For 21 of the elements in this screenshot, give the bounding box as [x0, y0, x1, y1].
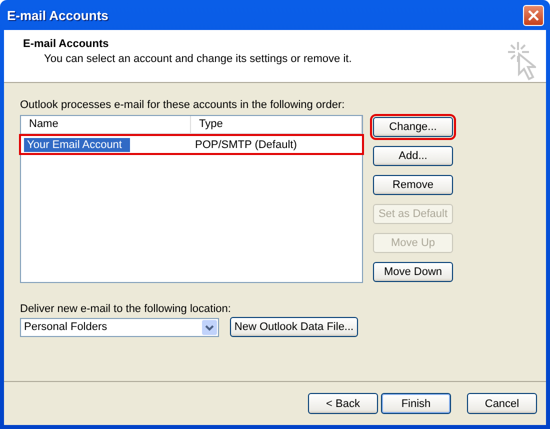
new-data-file-button[interactable]: New Outlook Data File... [230, 317, 358, 337]
wizard-button[interactable]: Cancel [467, 393, 537, 414]
header-description: You can select an account and change its settings or remove it. [44, 53, 352, 65]
delivery-label: Deliver new e-mail to the following location: [20, 303, 232, 315]
column-header[interactable]: Type [191, 116, 362, 133]
window-title: E-mail Accounts [7, 8, 108, 22]
account-button[interactable]: Add... [373, 146, 453, 166]
close-icon [527, 8, 540, 22]
account-row[interactable]: Your Email Account POP/SMTP (Default) [21, 136, 362, 153]
column-header[interactable]: Name [21, 116, 191, 133]
wizard-button[interactable]: < Back [308, 393, 378, 414]
account-name: Your Email Account [24, 138, 130, 152]
header-title: E-mail Accounts [23, 38, 110, 50]
account-type: POP/SMTP (Default) [194, 138, 297, 150]
location-dropdown[interactable]: Personal Folders [20, 318, 219, 336]
account-button[interactable]: Remove [373, 175, 453, 195]
account-button[interactable]: Change... [373, 117, 453, 137]
accounts-label: Outlook processes e-mail for these accounts in the following order: [20, 99, 346, 111]
account-button[interactable]: Move Down [373, 262, 453, 282]
wizard-button[interactable]: Finish [381, 393, 451, 414]
close-button[interactable] [523, 4, 544, 26]
